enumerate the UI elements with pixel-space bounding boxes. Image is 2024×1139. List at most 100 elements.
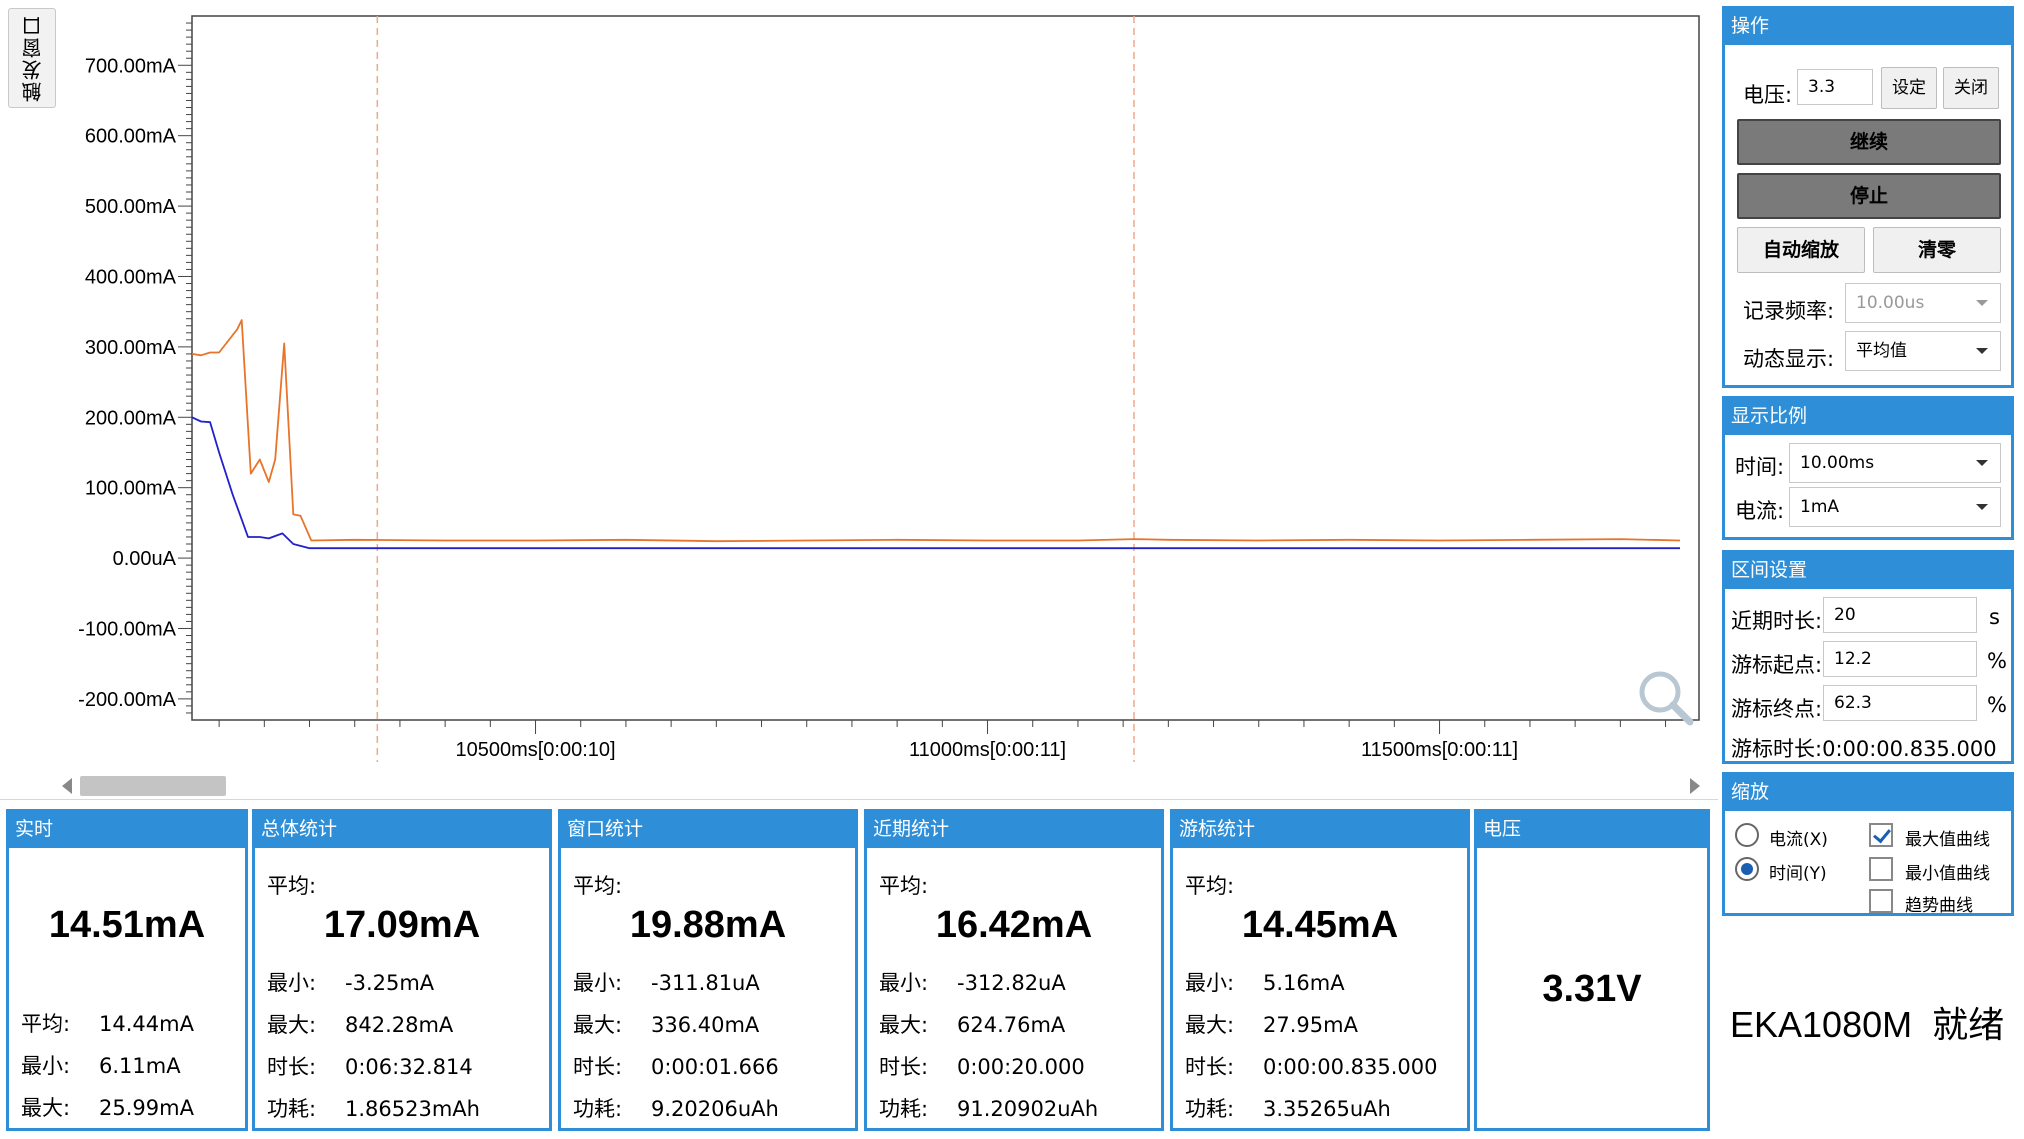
cursor-duration-value: 0:00:00.835.000 — [1822, 737, 1997, 761]
current-scale-label: 电流: — [1735, 499, 1785, 523]
horizontal-scrollbar[interactable] — [56, 772, 1706, 800]
y-tick-label: 700.00mA — [85, 55, 177, 77]
total-stats-panel: 总体统计 平均: 17.09mA 最小: -3.25mA 最大: 842.28mA … — [252, 809, 552, 1131]
dynamic-display-label: 动态显示: — [1743, 347, 1835, 371]
dynamic-display-select[interactable]: 平均值 — [1845, 331, 2001, 371]
y-tick-label: 400.00mA — [85, 266, 177, 288]
cursor-duration-row: 时长: 0:00:00.835.000 — [1185, 1055, 1438, 1079]
min-curve-label: 最小值曲线 — [1905, 864, 1990, 884]
current-scale-select[interactable]: 1mA — [1789, 487, 2001, 527]
cursor-min-row: 最小: 5.16mA — [1185, 971, 1345, 995]
max-curve-checkbox[interactable] — [1869, 823, 1893, 847]
total-power-row: 功耗: 1.86523mAh — [267, 1097, 480, 1121]
cursor-duration-label: 游标时长: — [1731, 737, 1823, 761]
cursor-end-label: 游标终点: — [1731, 697, 1823, 721]
display-scale-title: 显示比例 — [1725, 399, 2011, 435]
recent-avg-value: 16.42mA — [935, 904, 1093, 946]
trigger-window-tab-label: 触发窗口 — [20, 14, 45, 102]
recent-max-row: 最大: 624.76mA — [879, 1013, 1066, 1037]
device-state: 就绪 — [1932, 1004, 2005, 1045]
set-voltage-button[interactable]: 设定 — [1881, 67, 1937, 109]
y-tick-label: 0.00uA — [113, 548, 177, 570]
zoom-title: 缩放 — [1725, 775, 2011, 811]
chevron-down-icon — [1976, 460, 1988, 466]
y-tick-label: -100.00mA — [78, 618, 176, 640]
zoom-group: 缩放 电流(X) 时间(Y) 最大值曲线 最小值曲线 趋势曲线 — [1722, 772, 2014, 916]
total-stats-title: 总体统计 — [255, 812, 549, 848]
min-curve-checkbox[interactable] — [1869, 857, 1893, 881]
x-tick-label: 11500ms[0:00:11] — [1361, 739, 1518, 761]
zoom-current-x-radio[interactable] — [1735, 823, 1759, 847]
realtime-avg-row: 平均: 14.44mA — [21, 1012, 194, 1036]
scroll-left-arrow-icon[interactable] — [62, 778, 72, 794]
clear-button[interactable]: 清零 — [1873, 227, 2001, 273]
window-avg-value: 19.88mA — [629, 904, 787, 946]
recent-duration-input[interactable]: 20 — [1823, 597, 1977, 633]
total-duration-row: 时长: 0:06:32.814 — [267, 1055, 473, 1079]
close-button[interactable]: 关闭 — [1943, 67, 1999, 109]
recent-avg-label: 平均: — [879, 874, 929, 898]
voltage-value: 3.31V — [1542, 968, 1642, 1010]
scrollbar-thumb[interactable] — [80, 776, 226, 796]
continue-button[interactable]: 继续 — [1737, 119, 2001, 165]
scroll-right-arrow-icon[interactable] — [1690, 778, 1700, 794]
cursor-avg-value: 14.45mA — [1241, 904, 1399, 946]
x-tick-label: 10500ms[0:00:10] — [455, 739, 615, 761]
zoom-time-y-radio[interactable] — [1735, 857, 1759, 881]
time-scale-value: 10.00ms — [1800, 453, 1875, 473]
realtime-value: 14.51mA — [48, 904, 206, 946]
stop-button[interactable]: 停止 — [1737, 173, 2001, 219]
current-scale-value: 1mA — [1800, 497, 1840, 517]
chevron-down-icon — [1976, 300, 1988, 306]
recent-min-row: 最小: -312.82uA — [879, 971, 1066, 995]
total-min-row: 最小: -3.25mA — [267, 971, 435, 995]
interval-settings-group: 区间设置 近期时长: 20 s 游标起点: 12.2 % 游标终点: 62.3 … — [1722, 550, 2014, 764]
y-tick-label: -200.00mA — [78, 689, 176, 711]
window-power-row: 功耗: 9.20206uAh — [573, 1097, 779, 1121]
window-duration-row: 时长: 0:00:01.666 — [573, 1055, 779, 1079]
recent-stats-panel: 近期统计 平均: 16.42mA 最小: -312.82uA 最大: 624.76m… — [864, 809, 1164, 1131]
cursor-stats-title: 游标统计 — [1173, 812, 1467, 848]
recent-power-row: 功耗: 91.20902uAh — [879, 1097, 1099, 1121]
chevron-down-icon — [1976, 348, 1988, 354]
cursor-stats-panel: 游标统计 平均: 14.45mA 最小: 5.16mA 最大: 27.95mA 时长… — [1170, 809, 1470, 1131]
chevron-down-icon — [1976, 504, 1988, 510]
recent-stats-title: 近期统计 — [867, 812, 1161, 848]
window-stats-panel: 窗口统计 平均: 19.88mA 最小: -311.81uA 最大: 336.40m… — [558, 809, 858, 1131]
window-stats-title: 窗口统计 — [561, 812, 855, 848]
trigger-window-tab[interactable]: 触发窗口 — [8, 8, 56, 108]
y-tick-label: 300.00mA — [85, 337, 177, 359]
dynamic-display-value: 平均值 — [1856, 341, 1907, 361]
y-tick-label: 500.00mA — [85, 196, 177, 218]
cursor-start-label: 游标起点: — [1731, 653, 1823, 677]
cursor-end-input[interactable]: 62.3 — [1823, 685, 1977, 721]
y-tick-label: 600.00mA — [85, 126, 177, 148]
interval-settings-title: 区间设置 — [1725, 553, 2011, 589]
voltage-panel-title: 电压 — [1477, 812, 1707, 848]
cursor-start-input[interactable]: 12.2 — [1823, 641, 1977, 677]
realtime-panel-title: 实时 — [9, 812, 245, 848]
total-max-row: 最大: 842.28mA — [267, 1013, 454, 1037]
realtime-panel: 实时 14.51mA 平均: 14.44mA 最小: 6.11mA 最大: 25.99… — [6, 809, 248, 1131]
cursor-avg-label: 平均: — [1185, 874, 1235, 898]
trend-curve-checkbox[interactable] — [1869, 889, 1893, 913]
time-scale-select[interactable]: 10.00ms — [1789, 443, 2001, 483]
chart-area[interactable]: 700.00mA 600.00mA 500.00mA 400.00mA 300.00mA… — [0, 0, 1718, 800]
cursor-duration-row: 游标时长:0:00:00.835.000 — [1731, 733, 1997, 763]
voltage-input[interactable]: 3.3 — [1797, 69, 1873, 105]
cursor-max-row: 最大: 27.95mA — [1185, 1013, 1358, 1037]
record-rate-value: 10.00us — [1856, 293, 1925, 313]
recent-duration-unit: s — [1989, 605, 2000, 629]
auto-scale-button[interactable]: 自动缩放 — [1737, 227, 1865, 273]
realtime-max-row: 最大: 25.99mA — [21, 1096, 194, 1120]
voltage-input-label: 电压: — [1743, 83, 1793, 107]
window-max-row: 最大: 336.40mA — [573, 1013, 760, 1037]
realtime-min-row: 最小: 6.11mA — [21, 1054, 181, 1078]
current-chart[interactable]: 700.00mA 600.00mA 500.00mA 400.00mA 300.00mA… — [0, 0, 1718, 770]
record-rate-select[interactable]: 10.00us — [1845, 283, 2001, 323]
plot-border — [191, 15, 1700, 721]
device-model: EKA1080M — [1730, 1004, 1913, 1045]
total-avg-label: 平均: — [267, 874, 317, 898]
time-scale-label: 时间: — [1735, 455, 1785, 479]
window-min-row: 最小: -311.81uA — [573, 971, 760, 995]
